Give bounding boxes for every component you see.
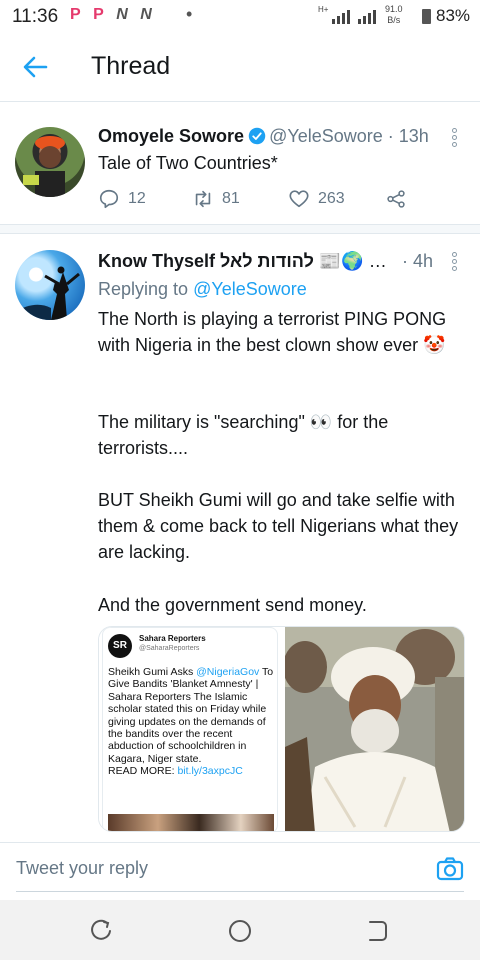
status-bar: 11:36 P P N N • H+ 91.0 B/s 83%	[0, 0, 480, 32]
network-speed: 91.0 B/s	[385, 4, 403, 26]
speed-unit: B/s	[387, 15, 401, 25]
reply-bar: Tweet your reply	[0, 842, 480, 900]
divider	[0, 224, 480, 234]
reply-count: 12	[128, 190, 146, 207]
speed-value: 91.0	[385, 4, 403, 14]
app-header: Thread	[0, 32, 480, 102]
embedded-link: bit.ly/3axpcJC	[177, 765, 243, 778]
author-handle[interactable]: @YeleSowore	[269, 126, 383, 146]
embedded-mention: @NigeriaGov	[196, 666, 260, 678]
verified-badge-icon	[248, 127, 266, 145]
network-type: H+	[318, 5, 329, 14]
back-icon[interactable]	[364, 918, 390, 944]
retweet-action[interactable]: 81	[192, 186, 240, 212]
reply-input[interactable]: Tweet your reply	[16, 858, 148, 879]
author-name-emoji: 📰🌍 …	[318, 251, 387, 271]
signal-icon	[332, 10, 350, 24]
author-name[interactable]: Know Thyself להודות לאל	[98, 251, 314, 271]
reply-action[interactable]: 12	[98, 186, 146, 212]
tweet-text: The military is "searching" 👀 for the te…	[98, 412, 389, 458]
signal-icon-2	[358, 10, 376, 24]
camera-icon[interactable]	[436, 855, 464, 883]
replying-to: Replying to @YeleSowore	[98, 279, 307, 300]
tweet-header: Know Thyself להודות לאל 📰🌍 …	[98, 251, 438, 272]
share-icon	[387, 190, 405, 208]
dot-separator: ·	[382, 126, 399, 146]
tweet-text: And the government send money.	[98, 595, 367, 615]
author-name[interactable]: Omoyele Sowore	[98, 126, 244, 146]
retweet-icon	[195, 190, 211, 208]
embedded-photo-thumb	[108, 814, 274, 831]
embedded-author-name: Sahara Reporters	[139, 634, 206, 643]
embedded-text-before: Sheikh Gumi Asks	[108, 666, 197, 678]
tweet-text: The North is playing a terrorist PING PO…	[98, 309, 447, 355]
media-screenshot[interactable]: SR Sahara Reporters @SaharaReporters She…	[99, 627, 282, 831]
dot-separator: ·	[402, 251, 413, 271]
tweet-actions: 12 81 263	[98, 186, 418, 212]
retweet-count: 81	[222, 190, 240, 207]
more-options-icon[interactable]	[452, 252, 458, 272]
battery-icon	[422, 9, 431, 24]
status-time: 11:36	[12, 6, 59, 27]
photo-sheikh-gumi	[283, 627, 464, 831]
system-nav-bar	[0, 900, 480, 960]
replying-handle[interactable]: @YeleSowore	[193, 279, 307, 299]
more-options-icon[interactable]	[452, 128, 458, 148]
tweet-header: Omoyele Sowore @YeleSowore · 13h	[98, 126, 429, 147]
notification-icons: P P N N	[70, 6, 156, 23]
recent-apps-icon[interactable]	[89, 918, 115, 944]
embedded-author-handle: @SaharaReporters	[139, 645, 200, 652]
embedded-tweet: SR Sahara Reporters @SaharaReporters She…	[102, 627, 278, 831]
replying-prefix: Replying to	[98, 279, 189, 299]
page-title: Thread	[91, 52, 171, 80]
more-notifications-icon: •	[186, 4, 193, 24]
embedded-tweet-text: Sheikh Gumi Asks @NigeriaGov To Give Ban…	[108, 666, 278, 778]
tweet-time: 13h	[398, 126, 429, 146]
like-action[interactable]: 263	[288, 186, 345, 212]
tweet-time: 4h	[413, 251, 434, 271]
heart-icon	[289, 190, 309, 208]
battery-level: 83%	[436, 6, 471, 25]
sahara-reporters-logo: SR	[108, 634, 132, 658]
tweet-time-wrap: · 4h	[402, 251, 433, 272]
like-count: 263	[318, 190, 345, 207]
avatar[interactable]	[15, 127, 85, 197]
reply-icon	[99, 189, 119, 209]
home-icon[interactable]	[227, 918, 253, 944]
share-action[interactable]	[385, 186, 407, 212]
tweet-text: BUT Sheikh Gumi will go and take selfie …	[98, 490, 459, 562]
media-photo[interactable]	[283, 627, 464, 831]
avatar[interactable]	[15, 250, 85, 320]
embedded-text-after: To Give Bandits 'Blanket Amnesty' | Saha…	[108, 666, 274, 765]
tweet-media[interactable]: SR Sahara Reporters @SaharaReporters She…	[98, 626, 465, 832]
embedded-read-more: READ MORE:	[108, 765, 178, 778]
tweet-text: Tale of Two Countries*	[98, 153, 278, 173]
back-arrow-icon[interactable]	[20, 52, 50, 82]
reply-underline	[16, 891, 464, 892]
